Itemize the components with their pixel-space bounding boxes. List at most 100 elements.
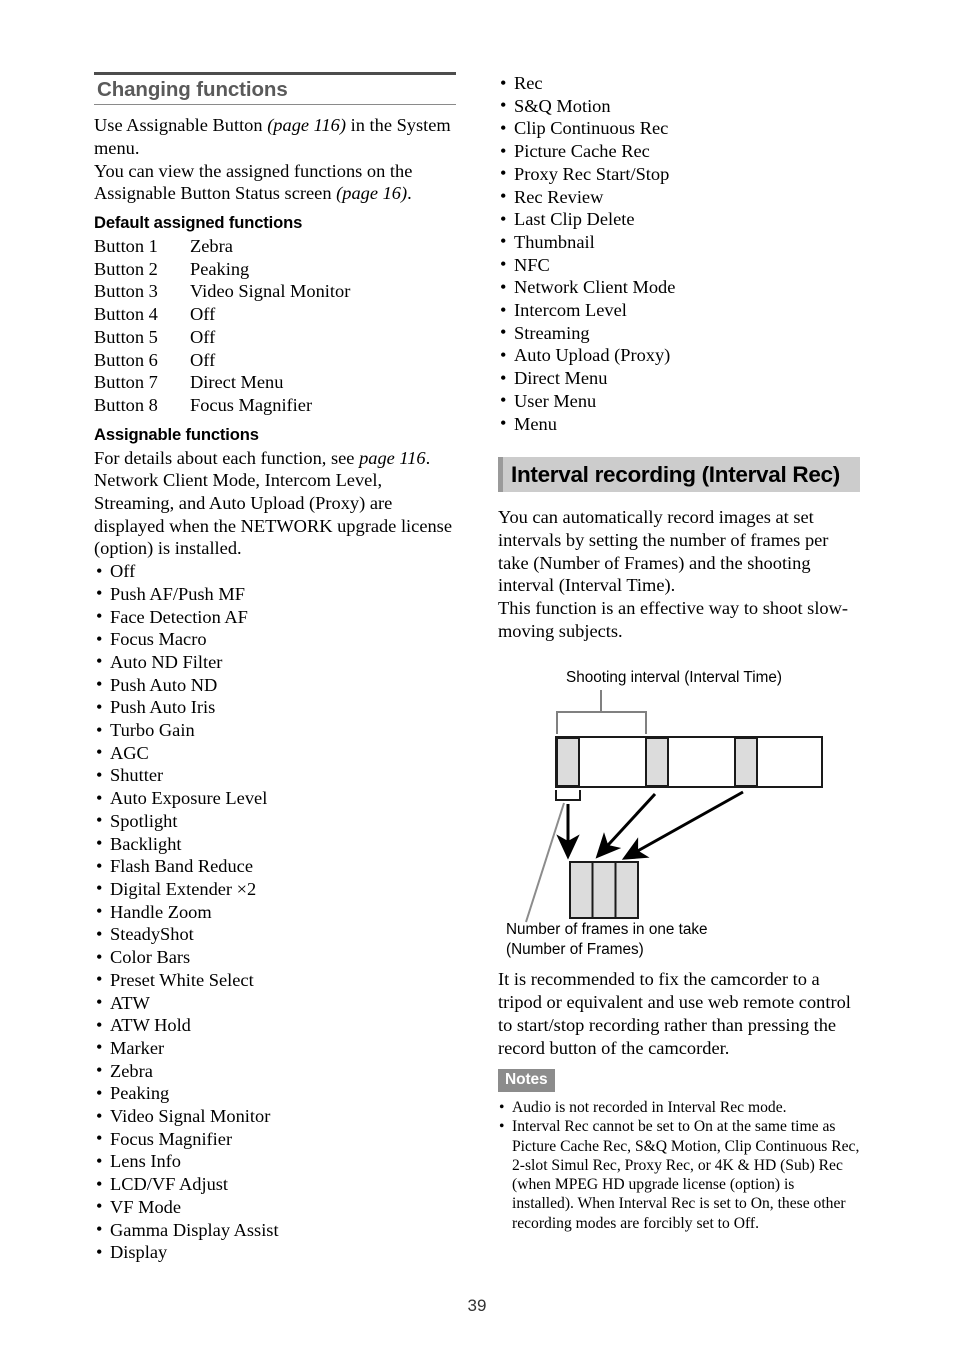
list-item: Network Client Mode [498,276,860,299]
table-row: Button 4 Off [94,303,350,326]
list-item: ATW [94,991,456,1015]
button-name: Button 2 [94,258,158,279]
list-item: Color Bars [94,946,456,969]
diagram-take-cell [645,737,669,788]
diagram-frames-leader-line [525,803,565,923]
list-item: Push Auto Iris [94,696,456,719]
list-item: Direct Menu [498,367,860,390]
table-row: Button 7 Direct Menu [94,371,350,394]
section-heading-changing-functions: Changing functions [94,72,456,106]
assignable-functions-list: Off Push AF/Push MF Face Detection AF Fo… [94,560,456,1264]
button-function: Off [190,326,216,347]
button-name: Button 1 [94,236,158,256]
default-assignments-table: Button 1 Zebra Button 2 Peaking Button 3… [94,235,350,417]
table-row: Button 2 Peaking [94,258,350,281]
chapter-intro-paragraph-2: This function is an effective way to sho… [498,598,849,641]
intro-paragraph-1: Use Assignable Button (page 116) in the … [94,114,456,159]
document-page: Changing functions Use Assignable Button… [0,0,954,1352]
list-item: Intercom Level [498,299,860,322]
list-item: Turbo Gain [94,719,456,742]
diagram-frames-bracket [555,790,581,802]
button-name: Button 6 [94,349,158,370]
intro-paragraph-2: You can view the assigned functions on t… [94,160,456,205]
button-function: Peaking [190,258,250,279]
button-function: Video Signal Monitor [190,281,351,302]
diagram-bottom-label-line1: Number of frames in one take [506,921,708,938]
button-name: Button 7 [94,372,158,393]
list-item: Push AF/Push MF [94,582,456,606]
intro-1-pre: Use Assignable Button [94,115,268,136]
list-item: Clip Continuous Rec [498,117,860,140]
list-item: Gamma Display Assist [94,1218,456,1242]
list-item: Face Detection AF [94,605,456,629]
page-number: 39 [467,1296,487,1315]
list-item: Proxy Rec Start/Stop [498,162,860,186]
list-item: VF Mode [94,1195,456,1219]
list-item: Shutter [94,764,456,787]
chapter-heading-interval-recording: Interval recording (Interval Rec) [498,457,860,493]
table-row: Button 1 Zebra [94,235,350,258]
subheading-assignable-functions: Assignable functions [94,424,259,444]
list-item: Streaming [498,321,860,345]
button-name: Button 5 [94,326,158,347]
button-name: Button 8 [94,394,158,415]
button-function: Off [190,349,216,370]
chapter-intro-paragraph: You can automatically record images at s… [498,507,829,596]
list-item: Flash Band Reduce [94,855,456,878]
button-name: Button 4 [94,304,158,325]
button-name: Button 3 [94,281,158,302]
assignable-intro-pre: For details about each function, see [94,447,360,468]
diagram-bottom-label-line2: (Number of Frames) [506,941,644,958]
assignable-intro-paragraph: For details about each function, see pag… [94,447,456,561]
list-item: Marker [94,1036,456,1060]
diagram-take-cell [556,737,580,788]
list-item: Handle Zoom [94,900,456,924]
list-item: SteadyShot [94,923,456,946]
list-item: Audio is not recorded in Interval Rec mo… [498,1098,860,1117]
notes-section: Notes Audio is not recorded in Interval … [498,1069,860,1232]
list-item: Lens Info [94,1150,456,1173]
list-item: S&Q Motion [498,94,860,118]
list-item: Picture Cache Rec [498,140,860,163]
interval-rec-diagram: Shooting interval (Interval Time) Number… [498,664,860,964]
table-row: Button 8 Focus Magnifier [94,394,350,417]
list-item: Digital Extender ×2 [94,877,456,901]
right-column: Rec S&Q Motion Clip Continuous Rec Pictu… [498,0,860,1233]
button-function: Focus Magnifier [190,394,313,415]
assignable-intro-pageref: page 116 [359,447,426,468]
diagram-take-cell [734,737,758,788]
list-item: LCD/VF Adjust [94,1173,456,1196]
table-row: Button 3 Video Signal Monitor [94,280,350,303]
list-item: Focus Macro [94,628,456,651]
list-item: Last Clip Delete [498,208,860,231]
diagram-interval-bracket [556,711,647,735]
intro-2-pageref: (page 16) [336,183,408,204]
diagram-top-label: Shooting interval (Interval Time) [566,669,782,686]
subheading-default-assigned-functions: Default assigned functions [94,213,303,232]
recommendation-paragraph: It is recommended to fix the camcorder t… [498,969,851,1058]
list-item: Spotlight [94,809,456,833]
interval-rec-diagram-svg: Shooting interval (Interval Time) Number… [506,669,823,958]
intro-2-post: . [407,183,412,204]
list-item: Auto ND Filter [94,650,456,674]
list-item: Rec Review [498,185,860,209]
list-item: Zebra [94,1059,456,1083]
list-item: Video Signal Monitor [94,1105,456,1128]
list-item: Focus Magnifier [94,1127,456,1151]
list-item: Display [94,1241,456,1264]
list-item: Auto Exposure Level [94,787,456,810]
section-heading-label: Changing functions [97,78,288,101]
list-item: User Menu [498,389,860,413]
list-item: NFC [498,253,860,277]
diagram-timeline-bar [555,736,823,789]
assignable-functions-list-continued: Rec S&Q Motion Clip Continuous Rec Pictu… [498,72,860,435]
diagram-arrow [621,791,744,861]
list-item: AGC [94,741,456,765]
list-item: ATW Hold [94,1014,456,1037]
list-item: Backlight [94,832,456,856]
list-item: Thumbnail [498,230,860,254]
default-assignments-body: Button 1 Zebra Button 2 Peaking Button 3… [94,235,350,417]
left-column: Changing functions Use Assignable Button… [94,0,456,1264]
list-item: Menu [498,412,860,436]
button-function: Direct Menu [190,372,284,393]
